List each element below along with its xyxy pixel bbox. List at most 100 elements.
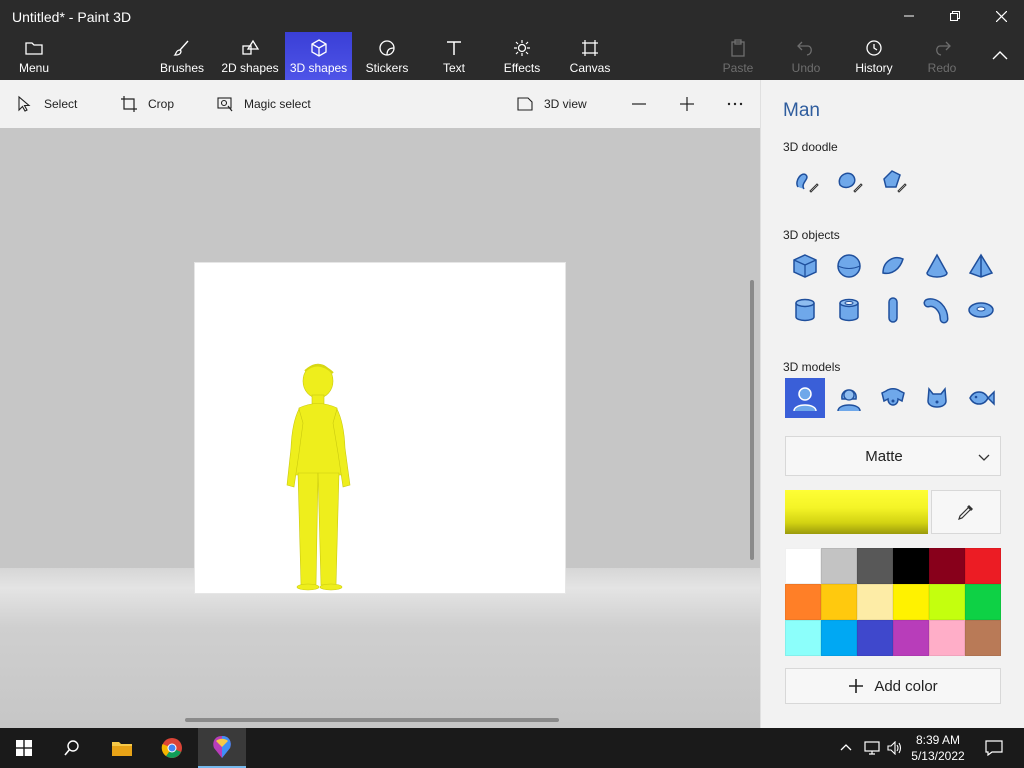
palette-swatch-2[interactable] <box>821 548 857 584</box>
cone-icon[interactable] <box>917 246 957 286</box>
redo-button[interactable]: Redo <box>922 32 962 80</box>
cat-model-icon[interactable] <box>917 378 957 418</box>
start-button[interactable] <box>0 728 48 768</box>
zoom-in-button[interactable] <box>678 80 696 128</box>
tube-doodle-icon[interactable] <box>873 160 913 200</box>
text-tab[interactable]: Text <box>436 32 472 80</box>
menu-button[interactable]: Menu <box>10 32 58 80</box>
cylinder-icon[interactable] <box>785 290 825 330</box>
woman-model-icon[interactable] <box>829 378 869 418</box>
palette-swatch-18[interactable] <box>965 620 1001 656</box>
menu-label: Menu <box>18 61 50 75</box>
more-options-button[interactable] <box>726 80 744 128</box>
show-hidden-icons-button[interactable] <box>832 728 860 768</box>
palette-swatch-3[interactable] <box>857 548 893 584</box>
cube-icon[interactable] <box>785 246 825 286</box>
palette-swatch-4[interactable] <box>893 548 929 584</box>
palette-swatch-9[interactable] <box>857 584 893 620</box>
window-title: Untitled* - Paint 3D <box>12 9 132 25</box>
tool-options-bar: Select Crop Magic select 3D view <box>0 80 760 128</box>
tube-icon[interactable] <box>829 290 869 330</box>
palette-swatch-8[interactable] <box>821 584 857 620</box>
sphere-icon[interactable] <box>829 246 869 286</box>
current-color-swatch[interactable] <box>785 490 928 534</box>
close-button[interactable] <box>978 0 1024 32</box>
eyedropper-button[interactable] <box>931 490 1001 534</box>
network-button[interactable] <box>860 728 884 768</box>
vertical-scrollbar[interactable] <box>750 280 754 560</box>
windows-logo-icon <box>16 740 32 756</box>
eyedropper-icon <box>958 505 973 520</box>
system-clock[interactable]: 8:39 AM 5/13/2022 <box>908 732 968 764</box>
shapes2d-label: 2D shapes <box>221 61 279 75</box>
restore-button[interactable] <box>932 0 978 32</box>
clock-date: 5/13/2022 <box>911 749 965 763</box>
panel-title: Man <box>783 100 820 121</box>
palette-swatch-7[interactable] <box>785 584 821 620</box>
restore-icon <box>950 11 960 21</box>
dog-model-icon[interactable] <box>873 378 913 418</box>
paint3d-taskbar-button[interactable] <box>198 728 246 768</box>
sharp-edge-doodle-icon[interactable] <box>785 160 825 200</box>
capsule-icon[interactable] <box>873 290 913 330</box>
text-icon <box>447 41 461 55</box>
volume-button[interactable] <box>884 728 906 768</box>
action-center-button[interactable] <box>970 728 1018 768</box>
horizontal-scrollbar[interactable] <box>185 718 559 722</box>
stickers-tab[interactable]: Stickers <box>362 32 412 80</box>
file-explorer-button[interactable] <box>98 728 146 768</box>
notification-icon <box>985 740 1003 756</box>
palette-swatch-14[interactable] <box>821 620 857 656</box>
palette-swatch-11[interactable] <box>929 584 965 620</box>
view3d-button[interactable]: 3D view <box>516 80 587 128</box>
collapse-ribbon-button[interactable] <box>984 32 1016 80</box>
history-label: History <box>855 61 893 75</box>
redo-icon <box>936 41 951 56</box>
close-icon <box>995 10 1007 22</box>
side-panel: Man 3D doodle 3D objects 3D models Matte… <box>760 80 1024 728</box>
shapes-2d-icon <box>242 39 260 55</box>
chrome-button[interactable] <box>148 728 196 768</box>
select-tool-button[interactable]: Select <box>16 80 77 128</box>
add-color-button[interactable]: Add color <box>785 668 1001 704</box>
search-button[interactable] <box>48 728 96 768</box>
shapes2d-tab[interactable]: 2D shapes <box>218 32 282 80</box>
history-button[interactable]: History <box>852 32 896 80</box>
zoom-out-button[interactable] <box>630 80 648 128</box>
workspace[interactable] <box>0 128 760 728</box>
pyramid-icon[interactable] <box>961 246 1001 286</box>
file-explorer-icon <box>112 742 132 756</box>
brushes-tab[interactable]: Brushes <box>156 32 208 80</box>
shapes3d-tab[interactable]: 3D shapes <box>285 32 352 80</box>
magic-select-button[interactable]: Magic select <box>216 80 311 128</box>
drawing-canvas[interactable] <box>195 263 565 593</box>
palette-swatch-12[interactable] <box>965 584 1001 620</box>
palette-swatch-16[interactable] <box>893 620 929 656</box>
canvas-tab[interactable]: Canvas <box>566 32 614 80</box>
palette-swatch-13[interactable] <box>785 620 821 656</box>
bent-tube-icon[interactable] <box>917 290 957 330</box>
fish-model-icon[interactable] <box>961 378 1001 418</box>
cursor-icon <box>18 95 31 112</box>
material-dropdown[interactable]: Matte <box>785 436 1001 476</box>
palette-swatch-10[interactable] <box>893 584 929 620</box>
man-model-icon[interactable] <box>785 378 825 418</box>
undo-button[interactable]: Undo <box>786 32 826 80</box>
effects-tab[interactable]: Effects <box>500 32 544 80</box>
palette-swatch-1[interactable] <box>785 548 821 584</box>
hemisphere-icon[interactable] <box>873 246 913 286</box>
palette-swatch-6[interactable] <box>965 548 1001 584</box>
crop-tool-button[interactable]: Crop <box>120 80 174 128</box>
palette-swatch-5[interactable] <box>929 548 965 584</box>
man-3d-model[interactable] <box>195 263 565 593</box>
paste-button[interactable]: Paste <box>718 32 758 80</box>
clock-time: 8:39 AM <box>915 733 961 747</box>
minimize-button[interactable] <box>886 0 932 32</box>
palette-swatch-15[interactable] <box>857 620 893 656</box>
cube-outline-icon <box>310 39 327 57</box>
palette-swatch-17[interactable] <box>929 620 965 656</box>
select-label: Select <box>44 97 78 111</box>
plus-icon <box>680 97 694 111</box>
donut-icon[interactable] <box>961 290 1001 330</box>
soft-edge-doodle-icon[interactable] <box>829 160 869 200</box>
